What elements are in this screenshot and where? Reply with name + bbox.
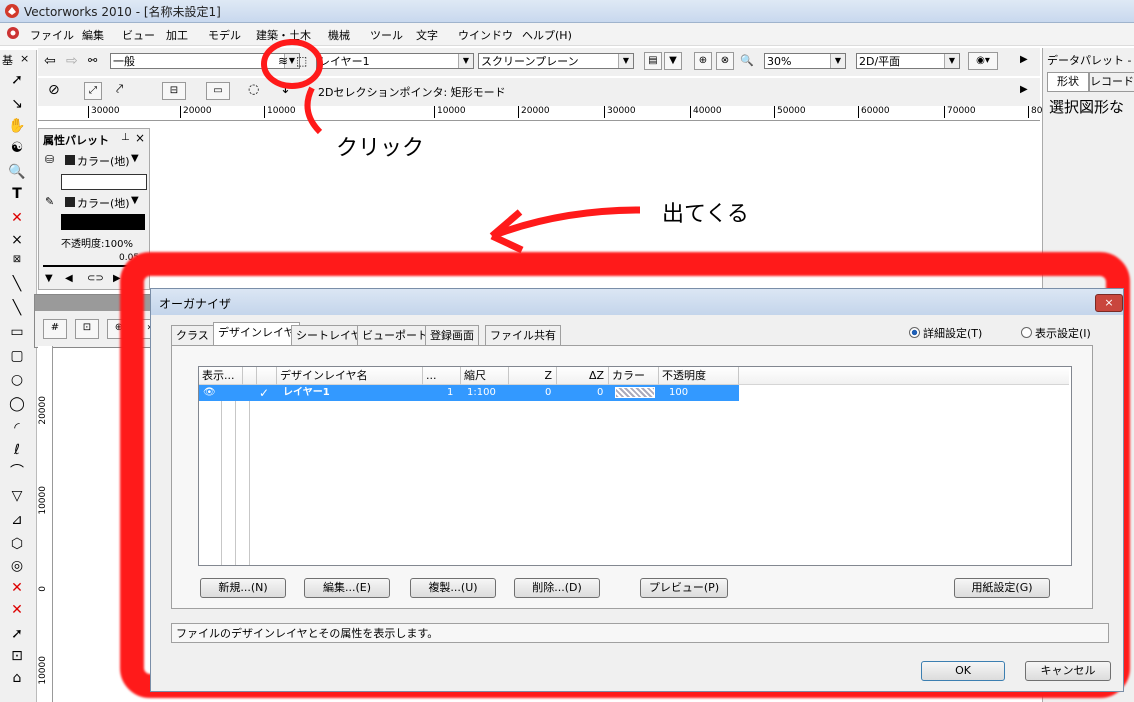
column-header-layer-name[interactable]: デザインレイヤ名 [277,367,423,385]
tab-class[interactable]: クラス [171,325,214,346]
stack-order-cell: 1 [447,387,454,398]
column-header-active[interactable] [257,367,277,385]
radio-selected-icon [909,327,920,338]
column-header-stack[interactable]: ... [423,367,461,385]
organizer-dialog: オーガナイザ × クラス デザインレイヤ シートレイヤ ビューポート 登録画面 … [150,288,1124,692]
column-divider [249,385,250,565]
column-header-delta-z[interactable]: ΔZ [557,367,609,385]
dialog-titlebar[interactable]: オーガナイザ × [151,289,1123,315]
column-header-blank[interactable] [243,367,257,385]
column-header-visibility[interactable]: 表示... [199,367,243,385]
column-header-scale[interactable]: 縮尺 [461,367,509,385]
radio-unselected-icon [1021,327,1032,338]
tab-sheet-layer[interactable]: シートレイヤ [291,325,367,346]
radio-display-label: 表示設定(I) [1035,327,1091,340]
click-circle [261,39,323,89]
scale-cell: 1:100 [467,387,496,398]
column-header-opacity[interactable]: 不透明度 [659,367,739,385]
layer-name-cell: レイヤー1 [283,387,330,398]
radio-detail-label: 詳細設定(T) [923,327,983,340]
eye-icon[interactable]: 👁 [203,385,216,401]
click-arrow [304,86,323,135]
layer-table[interactable]: 表示... デザインレイヤ名 ... 縮尺 Z ΔZ カラー 不透明度 👁 ✓ … [198,366,1072,566]
status-text: ファイルのデザインレイヤとその属性を表示します。 [171,623,1109,643]
delta-z-cell: 0 [597,387,604,398]
tab-file-sharing[interactable]: ファイル共有 [485,325,561,346]
opacity-cell: 100 [669,387,689,398]
column-divider [221,385,222,565]
table-row[interactable]: 👁 ✓ レイヤー1 1 1:100 0 0 100 [199,385,739,401]
paper-settings-button[interactable]: 用紙設定(G) [954,578,1050,598]
z-cell: 0 [545,387,552,398]
delete-button[interactable]: 削除...(D) [514,578,600,598]
column-header-color[interactable]: カラー [609,367,659,385]
edit-button[interactable]: 編集...(E) [304,578,390,598]
color-swatch[interactable] [615,387,655,398]
tab-viewport[interactable]: ビューポート [357,325,433,346]
radio-detail-settings[interactable]: 詳細設定(T) [909,325,982,341]
column-header-filler [739,367,1069,385]
duplicate-button[interactable]: 複製...(U) [410,578,496,598]
click-annotation: クリック [336,136,425,161]
radio-display-settings[interactable]: 表示設定(I) [1021,325,1091,341]
appears-annotation: 出てくる [662,202,749,227]
dialog-title: オーガナイザ [159,297,232,311]
tab-panel: 表示... デザインレイヤ名 ... 縮尺 Z ΔZ カラー 不透明度 👁 ✓ … [171,345,1093,609]
appears-arrow [489,206,641,254]
column-divider [235,385,236,565]
preview-button[interactable]: プレビュー(P) [640,578,728,598]
active-check[interactable]: ✓ [259,385,269,401]
new-button[interactable]: 新規...(N) [200,578,286,598]
tab-saved-views[interactable]: 登録画面 [425,325,479,346]
ok-button[interactable]: OK [921,661,1005,681]
cancel-button[interactable]: キャンセル [1025,661,1111,681]
column-header-z[interactable]: Z [509,367,557,385]
tab-design-layer[interactable]: デザインレイヤ [213,322,300,346]
close-icon[interactable]: × [1095,294,1123,312]
